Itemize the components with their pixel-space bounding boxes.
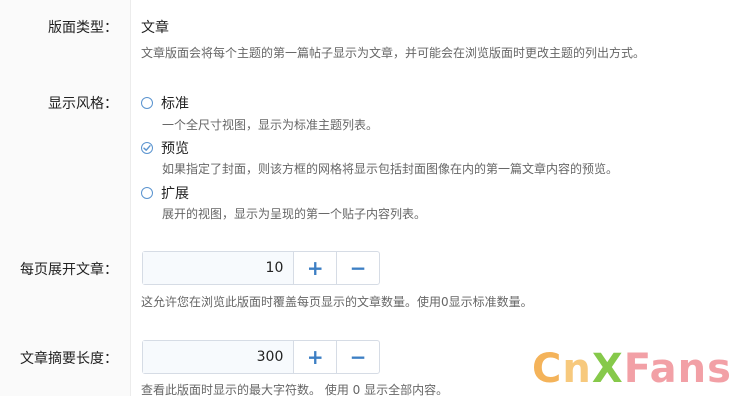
radio-unchecked-icon[interactable]: [141, 97, 153, 109]
articles-per-page-input[interactable]: 10: [143, 252, 295, 284]
radio-checked-icon[interactable]: [141, 142, 153, 154]
decrement-button[interactable]: −: [336, 252, 379, 284]
articles-per-page-label: 每页展开文章：: [20, 262, 118, 278]
articles-per-page-help: 这允许您在浏览此版面时覆盖每页显示的文章数量。使用0显示标准数量。: [141, 295, 533, 309]
decrement-button[interactable]: −: [336, 341, 379, 373]
radio-option-preview[interactable]: 预览: [141, 138, 189, 158]
layout-type-help: 文章版面会将每个主题的第一篇帖子显示为文章，并可能会在浏览版面时更改主题的列出方…: [141, 46, 646, 60]
increment-button[interactable]: +: [294, 341, 336, 373]
radio-option-expanded[interactable]: 扩展: [141, 183, 189, 203]
radio-option-standard[interactable]: 标准: [141, 93, 189, 113]
option-label: 扩展: [161, 186, 189, 202]
option-help: 展开的视图，显示为呈现的第一个贴子内容列表。: [162, 207, 427, 221]
option-label: 预览: [161, 141, 189, 157]
excerpt-length-help: 查看此版面时显示的最大字符数。 使用 0 显示全部内容。: [141, 383, 449, 397]
watermark-logo: CnXFans: [532, 346, 732, 392]
layout-type-label: 版面类型：: [48, 20, 118, 36]
display-style-label: 显示风格：: [48, 96, 118, 112]
option-help: 如果指定了封面，则该方框的网格将显示包括封面图像在内的第一篇文章内容的预览。: [162, 162, 619, 176]
label-column: [0, 0, 131, 396]
radio-unchecked-icon[interactable]: [141, 187, 153, 199]
excerpt-length-stepper: 300 + −: [142, 340, 380, 374]
increment-button[interactable]: +: [294, 252, 336, 284]
articles-per-page-stepper: 10 + −: [142, 251, 380, 285]
excerpt-length-input[interactable]: 300: [143, 341, 295, 373]
option-label: 标准: [161, 96, 189, 112]
layout-type-value: 文章: [141, 20, 169, 36]
option-help: 一个全尺寸视图，显示为标准主题列表。: [162, 118, 379, 132]
excerpt-length-label: 文章摘要长度：: [20, 351, 118, 367]
